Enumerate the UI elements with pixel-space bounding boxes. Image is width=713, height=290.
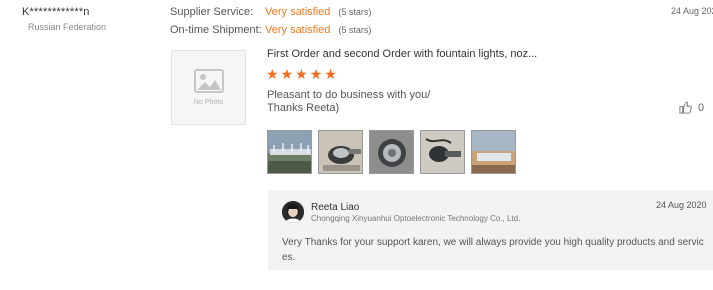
person-avatar-icon	[282, 201, 304, 223]
review-body-line: Pleasant to do business with you/	[267, 89, 431, 101]
like-count: 0	[698, 101, 705, 114]
image-placeholder-icon	[193, 69, 224, 93]
review-photo-thumbnail[interactable]	[369, 130, 414, 174]
reviewer-country: Russian Federation	[28, 22, 107, 32]
star-icon: ★	[324, 66, 337, 82]
review-photo-thumbnail[interactable]	[471, 130, 516, 174]
review-body: Pleasant to do business with you/ Thanks…	[267, 89, 430, 115]
review-date: 24 Aug 2020	[671, 6, 713, 16]
star-icon: ★	[295, 66, 308, 82]
reply-company-name: Chongqing Xinyuanhui Optoelectronic Tech…	[311, 214, 521, 223]
star-icon: ★	[309, 66, 323, 82]
reviewer-name: K************n	[22, 6, 90, 18]
review-body-line: Thanks Reeta)	[267, 102, 340, 114]
photo-fountain-lights	[268, 131, 311, 173]
review-photo-thumbnail[interactable]	[420, 130, 465, 174]
seller-reply: Reeta Liao Chongqing Xinyuanhui Optoelec…	[268, 190, 713, 270]
avatar	[282, 201, 304, 223]
reply-date: 24 Aug 2020	[656, 200, 707, 210]
like-button[interactable]: 0	[679, 101, 704, 114]
supplier-service-rating: Supplier Service: Very satisfied (5 star…	[170, 4, 371, 20]
on-time-shipment-rating: On-time Shipment: Very satisfied (5 star…	[170, 22, 371, 38]
rating-stars-text: (5 stars)	[338, 25, 372, 35]
review-title[interactable]: First Order and second Order with founta…	[267, 48, 537, 60]
no-photo-label: No Photo	[193, 99, 224, 106]
photo-installed-fountain	[472, 131, 515, 173]
review-star-rating: ★ ★ ★ ★ ★	[266, 66, 337, 82]
rating-stars-text: (5 stars)	[338, 7, 372, 17]
rating-label: On-time Shipment:	[170, 24, 262, 36]
reply-text: Very Thanks for your support karen, we w…	[282, 237, 704, 263]
product-image-placeholder[interactable]: No Photo	[171, 50, 246, 125]
reply-author-name: Reeta Liao	[311, 202, 360, 213]
star-icon: ★	[266, 66, 279, 82]
review-photos	[267, 130, 516, 174]
photo-nozzle-part	[319, 131, 362, 173]
rating-value: Very satisfied	[265, 6, 331, 18]
photo-cable-fitting	[421, 131, 464, 173]
photo-led-light	[370, 131, 413, 173]
thumbs-up-icon	[679, 101, 692, 114]
rating-value: Very satisfied	[265, 24, 331, 36]
review-photo-thumbnail[interactable]	[318, 130, 363, 174]
rating-label: Supplier Service:	[170, 6, 254, 18]
review-photo-thumbnail[interactable]	[267, 130, 312, 174]
star-icon: ★	[280, 66, 294, 82]
